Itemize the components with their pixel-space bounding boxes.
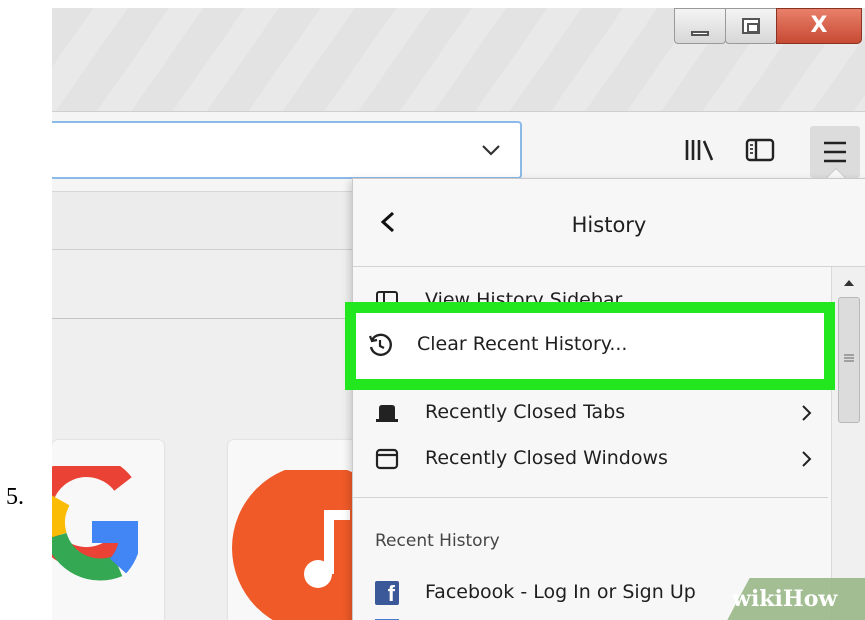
tab-icon [376,405,398,422]
title-bar: X [52,8,865,112]
restore-button[interactable] [725,8,777,44]
menu-item-label: View History Sidebar [425,289,623,311]
google-icon [52,466,138,581]
grip-icon [844,354,854,362]
url-bar[interactable] [52,121,522,179]
hamburger-menu-icon [824,141,846,163]
wikihow-logo-wiki: wiki [732,586,783,612]
chevron-right-icon [802,451,812,467]
sidebar-icon[interactable] [741,134,781,170]
close-button[interactable]: X [776,8,862,44]
menu-item-recently-closed-tabs[interactable]: Recently Closed Tabs [353,389,828,437]
menu-item-label: Facebook - Log In or Sign Up [425,581,696,603]
menu-item-label: Recently Closed Tabs [425,401,626,423]
wikihow-logo: wikiHow [732,586,837,612]
minimize-button[interactable] [674,8,726,44]
panel-header: History [353,179,865,267]
panel-scrollbar[interactable] [831,267,865,620]
sidebar-icon [376,291,398,311]
panel-separator [353,497,828,498]
window-controls: X [674,8,862,44]
browser-screenshot: X History View History Sidebar Recently … [52,8,865,620]
wikihow-logo-how: How [782,586,838,612]
facebook-icon: f [375,581,399,605]
scrollbar-thumb[interactable] [838,297,860,423]
chevron-right-icon [802,405,812,421]
history-panel: History View History Sidebar Recently Cl… [352,178,865,620]
close-icon: X [810,13,828,38]
restore-icon [742,18,760,34]
menu-item-view-history-sidebar[interactable]: View History Sidebar [353,277,828,313]
minimize-icon [691,30,709,36]
dropdown-chevron-icon[interactable] [478,137,504,163]
panel-title: History [571,213,647,237]
menu-item-recently-closed-windows[interactable]: Recently Closed Windows [353,435,828,483]
window-icon [375,448,399,470]
music-icon [232,470,358,620]
menu-item-label: Recently Closed Windows [425,447,668,469]
scroll-up-arrow-icon[interactable] [832,273,865,293]
library-icon[interactable] [679,134,719,170]
recent-history-heading: Recent History [375,531,500,551]
step-number: 5. [6,484,24,510]
